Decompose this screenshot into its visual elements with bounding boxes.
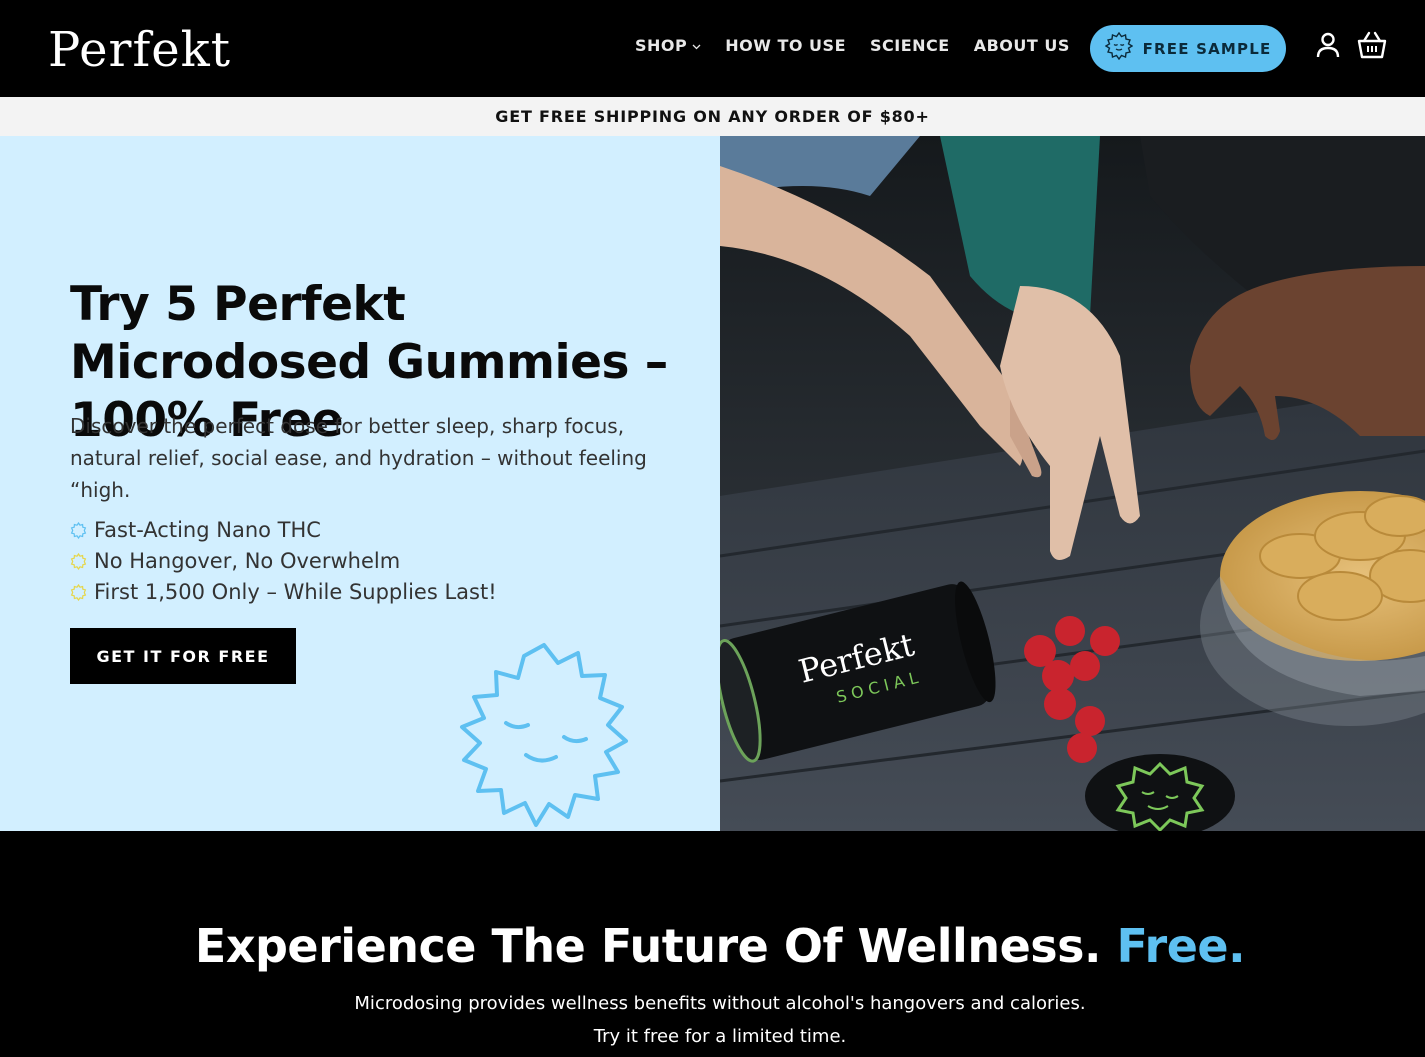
free-sample-label: FREE SAMPLE <box>1142 39 1272 58</box>
nav-how-to-use[interactable]: HOW TO USE <box>725 36 846 55</box>
sun-bullet-icon <box>70 522 87 539</box>
cart-icon[interactable] <box>1356 30 1387 60</box>
free-sample-button[interactable]: FREE SAMPLE <box>1090 25 1286 72</box>
hero-image: Perfekt SOCIAL <box>720 136 1425 831</box>
account-icon[interactable] <box>1313 30 1343 60</box>
benefit-list: Fast-Acting Nano THC No Hangover, No Ove… <box>70 515 497 608</box>
hero-panel: Try 5 Perfekt Microdosed Gummies – 100% … <box>0 136 720 831</box>
chevron-down-icon <box>692 40 701 53</box>
list-item: First 1,500 Only – While Supplies Last! <box>70 577 497 608</box>
main-nav: SHOP HOW TO USE SCIENCE ABOUT US <box>635 36 1094 55</box>
section-subtitle: Microdosing provides wellness benefits w… <box>354 993 1086 1047</box>
section-title-accent: Free. <box>1116 919 1246 973</box>
benefit-text: First 1,500 Only – While Supplies Last! <box>94 580 497 604</box>
list-item: Fast-Acting Nano THC <box>70 515 497 546</box>
list-item: No Hangover, No Overwhelm <box>70 546 497 577</box>
section-title: Experience The Future Of Wellness. Free. <box>0 919 1425 973</box>
hero-description: Discover the perfect dose for better sle… <box>70 414 647 502</box>
nav-science[interactable]: SCIENCE <box>870 36 950 55</box>
nav-shop[interactable]: SHOP <box>635 36 701 55</box>
nav-shop-label: SHOP <box>635 36 688 55</box>
nav-about-us[interactable]: ABOUT US <box>974 36 1070 55</box>
sun-bullet-icon <box>70 553 87 570</box>
wellness-section: Experience The Future Of Wellness. Free.… <box>0 831 1425 1057</box>
sun-bullet-icon <box>70 584 87 601</box>
get-it-free-button[interactable]: GET IT FOR FREE <box>70 628 296 684</box>
section-title-main: Experience The Future Of Wellness. <box>194 919 1102 973</box>
benefit-text: No Hangover, No Overwhelm <box>94 549 401 573</box>
benefit-text: Fast-Acting Nano THC <box>94 518 321 542</box>
announcement-bar: GET FREE SHIPPING ON ANY ORDER OF $80+ <box>0 97 1425 136</box>
sleepy-sun-mascot-icon <box>448 641 640 831</box>
announcement-text: GET FREE SHIPPING ON ANY ORDER OF $80+ <box>495 107 930 126</box>
mascot-face-icon <box>1104 31 1133 65</box>
site-logo[interactable]: Perfekt <box>48 22 231 78</box>
site-header: Perfekt SHOP HOW TO USE SCIENCE ABOUT US… <box>0 0 1425 97</box>
